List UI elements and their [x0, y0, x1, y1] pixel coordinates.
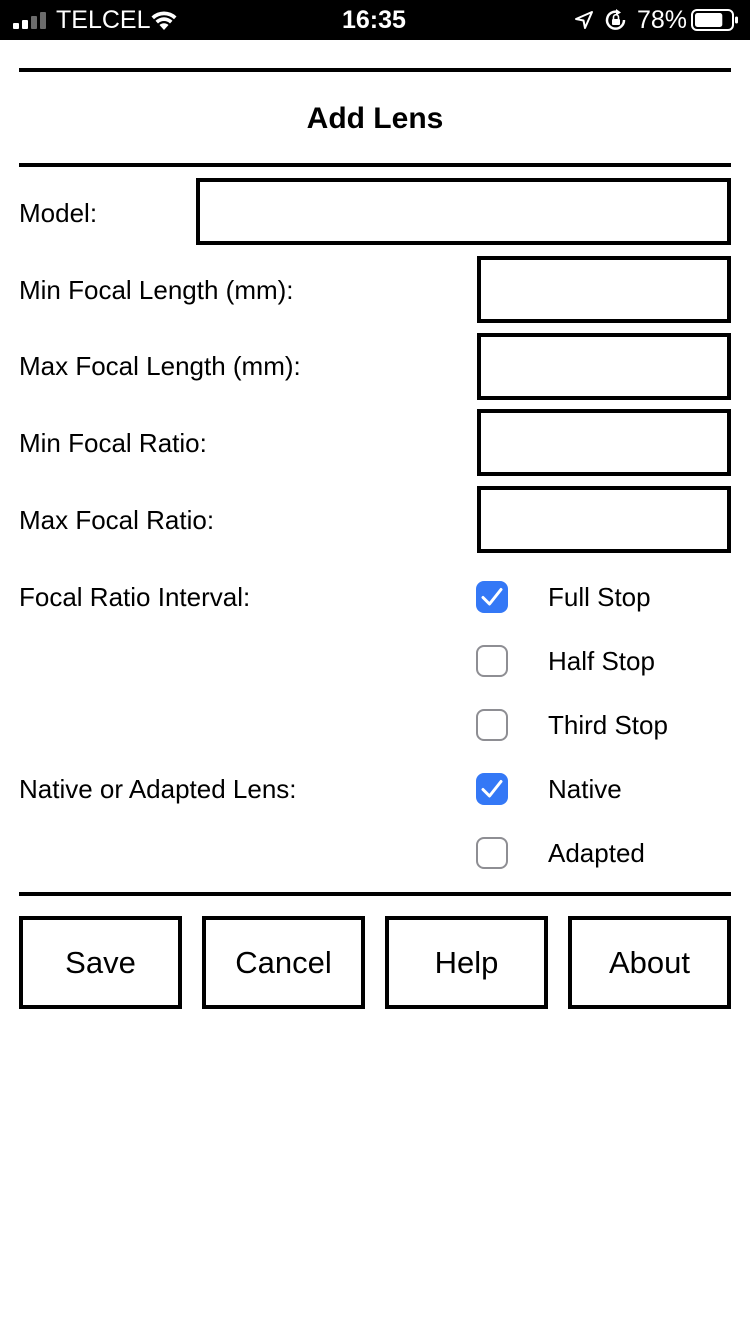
third-stop-label[interactable]: Third Stop — [548, 710, 668, 740]
signal-strength-icon — [13, 12, 46, 29]
max-focal-ratio-label: Max Focal Ratio: — [19, 505, 215, 535]
adapted-checkbox[interactable] — [476, 837, 508, 869]
battery-icon — [691, 9, 738, 31]
native-checkbox[interactable] — [476, 773, 508, 805]
location-arrow-icon — [575, 11, 593, 29]
half-stop-checkbox[interactable] — [476, 645, 508, 677]
focal-ratio-interval-label: Focal Ratio Interval: — [19, 582, 251, 612]
checkmark-icon — [481, 588, 503, 606]
status-bar: TELCEL 16:35 78% — [0, 0, 750, 40]
cancel-button[interactable]: Cancel — [202, 916, 365, 1009]
orientation-lock-icon — [605, 9, 626, 30]
model-input[interactable] — [196, 178, 731, 245]
help-button[interactable]: Help — [385, 916, 548, 1009]
carrier-name: TELCEL — [56, 6, 151, 34]
about-button[interactable]: About — [568, 916, 731, 1009]
min-focal-length-label: Min Focal Length (mm): — [19, 275, 294, 305]
checkmark-icon — [481, 780, 503, 798]
third-stop-checkbox[interactable] — [476, 709, 508, 741]
adapted-label[interactable]: Adapted — [548, 838, 645, 868]
clock: 16:35 — [342, 6, 406, 34]
half-stop-label[interactable]: Half Stop — [548, 646, 655, 676]
header-divider — [19, 163, 731, 167]
max-focal-ratio-input[interactable] — [477, 486, 731, 553]
page-title: Add Lens — [306, 102, 444, 135]
save-button[interactable]: Save — [19, 916, 182, 1009]
model-label: Model: — [19, 198, 98, 228]
max-focal-length-label: Max Focal Length (mm): — [19, 351, 301, 381]
min-focal-length-input[interactable] — [477, 256, 731, 323]
wifi-icon — [151, 11, 177, 30]
lens-type-label: Native or Adapted Lens: — [19, 774, 297, 804]
battery-percentage: 78% — [637, 6, 688, 34]
full-stop-checkbox[interactable] — [476, 581, 508, 613]
top-divider — [19, 68, 731, 72]
max-focal-length-input[interactable] — [477, 333, 731, 400]
full-stop-label[interactable]: Full Stop — [548, 582, 651, 612]
footer-divider — [19, 892, 731, 896]
native-label[interactable]: Native — [548, 774, 622, 804]
min-focal-ratio-input[interactable] — [477, 409, 731, 476]
min-focal-ratio-label: Min Focal Ratio: — [19, 428, 207, 458]
